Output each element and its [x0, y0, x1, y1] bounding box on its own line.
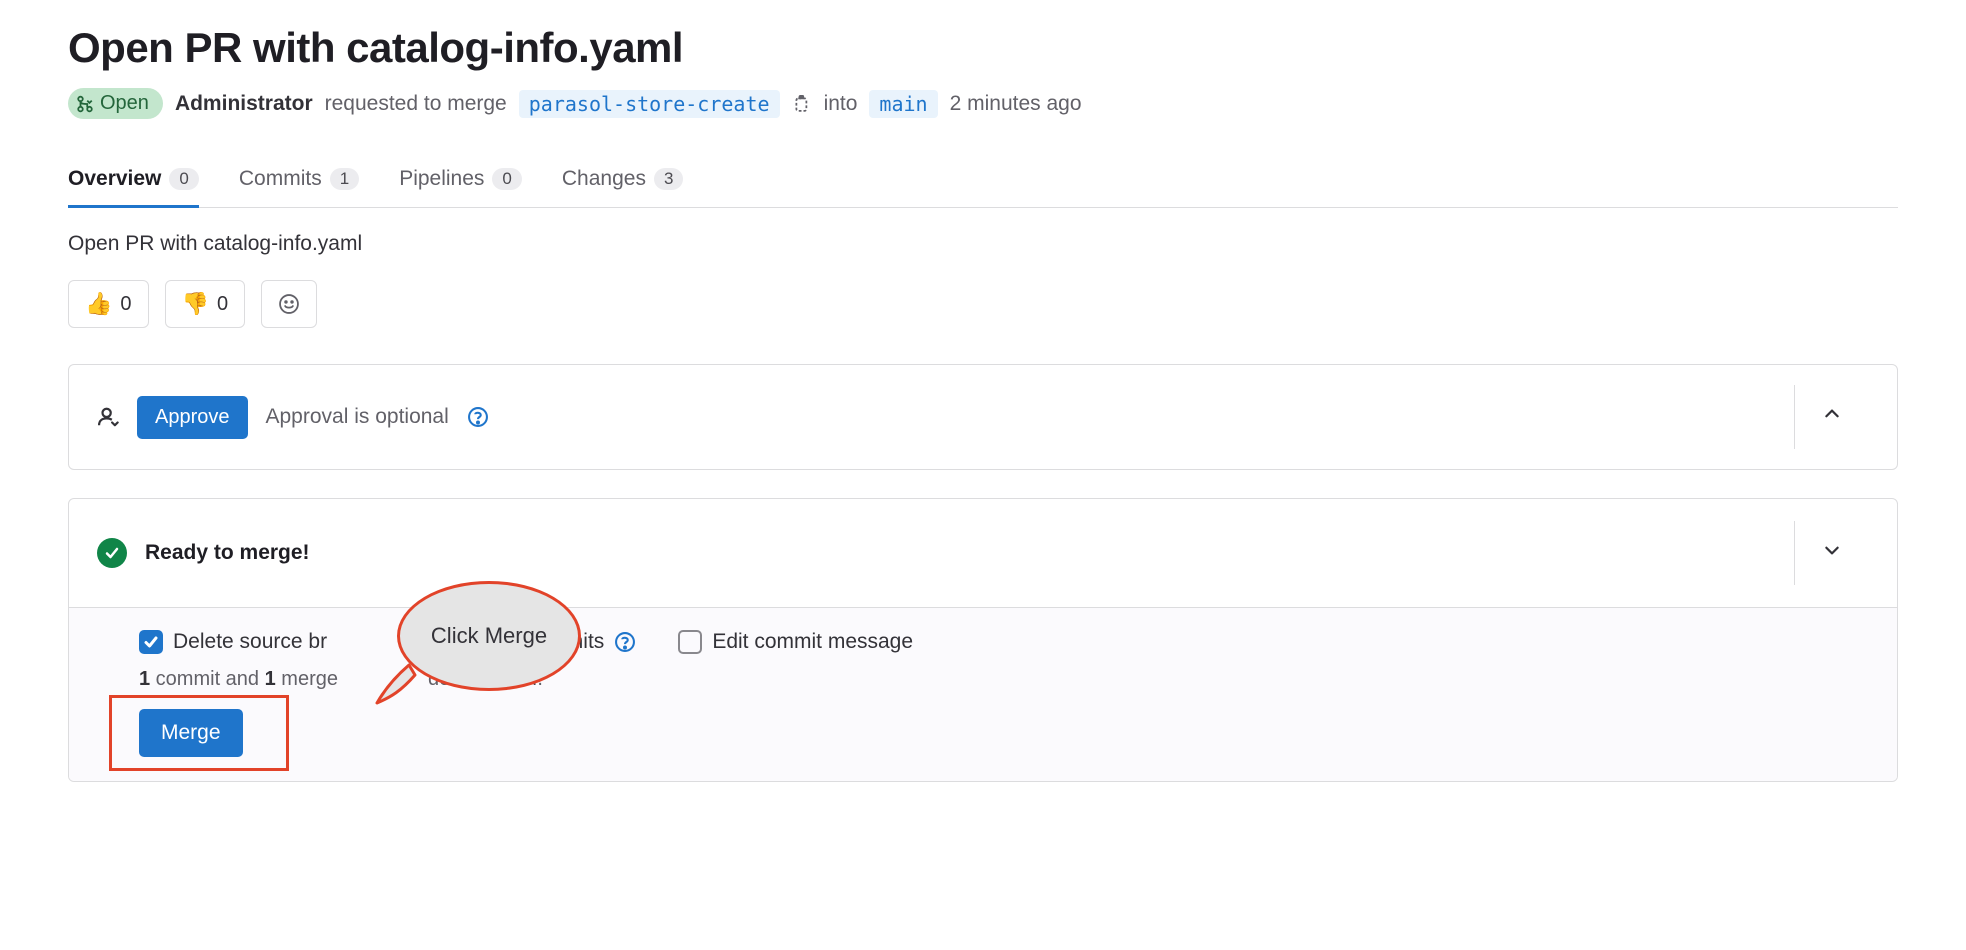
edit-commit-message-label: Edit commit message: [712, 630, 913, 654]
thumbs-down-icon: 👎: [182, 291, 209, 317]
annotation-callout: Click Merge: [397, 581, 581, 691]
approve-button[interactable]: Approve: [137, 396, 248, 439]
thumbs-down-button[interactable]: 👎 0: [165, 280, 246, 328]
tab-label: Changes: [562, 167, 646, 191]
approval-optional-text: Approval is optional: [266, 405, 449, 429]
delete-source-branch-label: Delete source br: [173, 630, 327, 654]
reactions-row: 👍 0 👎 0: [68, 280, 1898, 328]
pr-description: Open PR with catalog-info.yaml: [68, 232, 1898, 256]
chevron-down-icon[interactable]: [1823, 541, 1841, 559]
into-text: into: [824, 92, 858, 116]
delete-source-branch-checkbox[interactable]: [139, 630, 163, 654]
thumbs-up-count: 0: [120, 293, 131, 316]
pr-tabs: Overview 0 Commits 1 Pipelines 0 Changes…: [68, 167, 1898, 208]
thumbs-down-count: 0: [217, 293, 228, 316]
merge-button[interactable]: Merge: [139, 709, 243, 757]
reviewer-icon[interactable]: [97, 406, 119, 428]
source-branch-chip[interactable]: parasol-store-create: [519, 90, 780, 118]
callout-text: Click Merge: [431, 623, 547, 649]
merge-request-icon: [76, 95, 94, 113]
created-timestamp: 2 minutes ago: [950, 92, 1082, 116]
requested-text: requested to merge: [325, 92, 507, 116]
tab-count: 0: [492, 168, 521, 190]
tab-changes[interactable]: Changes 3: [562, 167, 684, 208]
help-icon[interactable]: [614, 631, 636, 653]
thumbs-up-button[interactable]: 👍 0: [68, 280, 149, 328]
tab-label: Pipelines: [399, 167, 484, 191]
edit-commit-message-checkbox[interactable]: [678, 630, 702, 654]
smiley-icon: [278, 293, 300, 315]
status-label: Open: [100, 92, 149, 115]
copy-branch-icon[interactable]: [792, 94, 812, 114]
tab-commits[interactable]: Commits 1: [239, 167, 359, 208]
add-reaction-button[interactable]: [261, 280, 317, 328]
tab-pipelines[interactable]: Pipelines 0: [399, 167, 522, 208]
chevron-up-icon[interactable]: [1823, 405, 1841, 423]
thumbs-up-icon: 👍: [85, 291, 112, 317]
target-branch-chip[interactable]: main: [869, 90, 937, 118]
merge-panel: Ready to merge! Delete source br Squash …: [68, 498, 1898, 782]
tab-overview[interactable]: Overview 0: [68, 167, 199, 208]
author-name[interactable]: Administrator: [175, 92, 313, 116]
pr-title: Open PR with catalog-info.yaml: [68, 24, 1898, 72]
tab-count: 0: [169, 168, 198, 190]
ready-check-icon: [97, 538, 127, 568]
ready-to-merge-text: Ready to merge!: [145, 541, 310, 565]
tab-label: Commits: [239, 167, 322, 191]
help-icon[interactable]: [467, 406, 489, 428]
status-badge: Open: [68, 88, 163, 119]
tab-count: 3: [654, 168, 683, 190]
pr-meta-row: Open Administrator requested to merge pa…: [68, 88, 1898, 119]
tab-count: 1: [330, 168, 359, 190]
tab-label: Overview: [68, 167, 161, 191]
approval-panel: Approve Approval is optional: [68, 364, 1898, 470]
